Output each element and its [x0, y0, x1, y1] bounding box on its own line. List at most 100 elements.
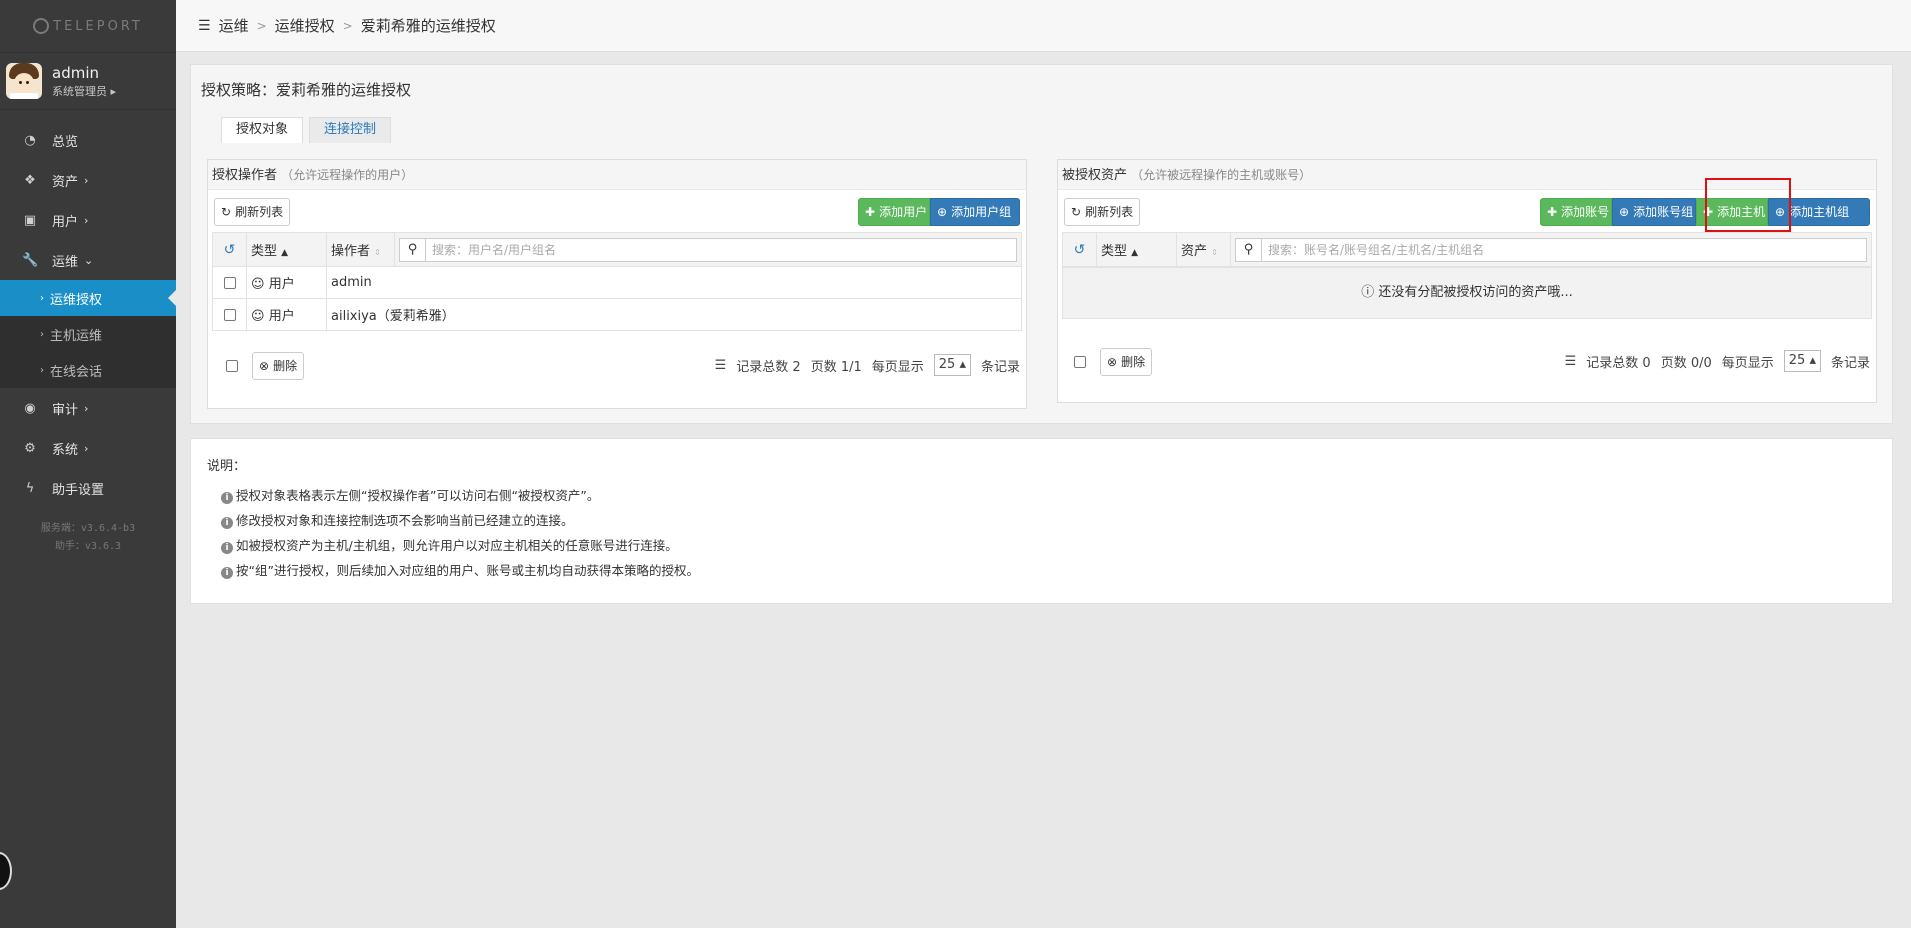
address-book-icon: ▣ — [23, 212, 37, 228]
col-asset[interactable]: 资产 ⇕ — [1176, 232, 1231, 267]
note-item: i 授权对象表格表示左侧“授权操作者”可以访问右侧“被授权资产”。 — [221, 483, 699, 508]
caret-right-icon: › — [40, 328, 44, 340]
reset-icon[interactable]: ↺ — [224, 242, 236, 258]
breadcrumb: ☰ 运维 > 运维授权 > 爱莉希雅的运维授权 — [176, 0, 1911, 52]
times-circle-icon: ⊗ — [1107, 355, 1118, 369]
cubes-icon: ❖ — [24, 172, 36, 188]
tab-connection-control[interactable]: 连接控制 — [309, 117, 392, 143]
policy-panel: 授权策略：爱莉希雅的运维授权 授权对象 连接控制 授权操作者 （允许远程操作的用… — [190, 64, 1893, 424]
col-type[interactable]: 类型 ▲ — [1096, 232, 1177, 267]
add-user-group-button[interactable]: ⊕ 添加用户组 — [930, 198, 1020, 226]
sidebar-item-host-ops[interactable]: › 主机运维 — [0, 316, 176, 352]
notes-title: 说明： — [207, 459, 247, 474]
gear-icon: ⚙ — [24, 440, 36, 456]
user-icon: ☺ — [251, 309, 265, 324]
note-item: i 按“组”进行授权，则后续加入对应组的用户、账号或主机均自动获得本策略的授权。 — [221, 558, 699, 583]
sort-asc-icon: ▲ — [281, 248, 289, 258]
operators-table: ↺ 类型 ▲ 操作者 ⇕ ⚲ 搜索：用户名/用户组名 ☺ 用户 admin ☺ 用… — [212, 232, 1022, 331]
records-unit: 条记录 — [1830, 355, 1870, 371]
tab-bar: 授权对象 连接控制 — [221, 117, 397, 143]
caret-right-icon: › — [40, 292, 44, 304]
search-icon: ⚲ — [1236, 238, 1262, 261]
floating-ball[interactable] — [0, 852, 12, 890]
plus-circle-icon: ⊕ — [1619, 205, 1630, 219]
plus-circle-icon: ⊕ — [937, 205, 948, 219]
per-page-label: 每页显示 — [1721, 355, 1774, 371]
search-input[interactable]: ⚲ 搜索：账号名/账号组名/主机名/主机组名 — [1235, 237, 1867, 262]
bolt-icon: ϟ — [25, 480, 35, 496]
add-account-button[interactable]: ✚ 添加账号 — [1540, 198, 1612, 226]
add-account-group-button[interactable]: ⊕ 添加账号组 — [1612, 198, 1696, 226]
breadcrumb-item: 运维 — [218, 17, 249, 35]
row-checkbox[interactable] — [223, 276, 236, 289]
user-icon: ☺ — [251, 277, 265, 292]
chevron-right-icon: > — [256, 18, 267, 33]
list-icon: ☰ — [1564, 353, 1577, 369]
nav-audit[interactable]: ◉ 审计 › — [0, 388, 176, 428]
nav-assist[interactable]: ϟ 助手设置 — [0, 468, 176, 508]
operator-name: admin — [326, 266, 1022, 299]
sidebar-item-online-sessions[interactable]: › 在线会话 — [0, 352, 176, 388]
record-total: 记录总数 2 — [736, 359, 801, 375]
notes-list: i 授权对象表格表示左侧“授权操作者”可以访问右侧“被授权资产”。 i 修改授权对象… — [221, 483, 699, 583]
nav-users[interactable]: ▣ 用户 › — [0, 200, 176, 240]
operators-box: 授权操作者 （允许远程操作的用户） ↻ 刷新列表 ✚ 添加用户 ⊕ 添加用户组 ↺ 类… — [207, 159, 1027, 409]
nav-dashboard[interactable]: ◔ 总览 — [0, 120, 176, 160]
row-checkbox[interactable] — [223, 308, 236, 321]
add-user-button[interactable]: ✚ 添加用户 — [858, 198, 930, 226]
breadcrumb-item: 运维授权 — [274, 17, 335, 35]
assets-table: ↺ 类型 ▲ 资产 ⇕ ⚲ 搜索：账号名/账号组名/主机名/主机组名 — [1062, 232, 1872, 267]
info-icon: i — [221, 542, 233, 554]
refresh-button[interactable]: ↻ 刷新列表 — [1064, 198, 1141, 226]
avatar — [6, 63, 42, 99]
delete-button[interactable]: ⊗ 删除 — [252, 352, 305, 380]
plus-icon: ✚ — [1547, 205, 1558, 219]
col-operator[interactable]: 操作者 ⇕ — [326, 232, 395, 267]
user-role[interactable]: 系统管理员 ▸ — [52, 83, 116, 99]
page-size-select[interactable]: 25 ▴ — [1783, 350, 1821, 372]
user-name: admin — [52, 63, 99, 82]
page-title: 授权策略：爱莉希雅的运维授权 — [201, 81, 412, 99]
refresh-icon: ↻ — [221, 205, 232, 219]
col-type[interactable]: 类型 ▲ — [246, 232, 327, 267]
chevron-right-icon: › — [84, 401, 89, 415]
nav-assets[interactable]: ❖ 资产 › — [0, 160, 176, 200]
info-icon: i — [221, 567, 233, 579]
page-count: 页数 1/1 — [810, 359, 862, 375]
chevron-down-icon: ⌄ — [84, 253, 94, 267]
chevron-right-icon: › — [84, 441, 89, 455]
delete-button[interactable]: ⊗ 删除 — [1100, 348, 1153, 376]
teleport-logo: TELEPORT — [0, 0, 176, 52]
reset-icon[interactable]: ↺ — [1074, 242, 1086, 258]
user-box[interactable]: admin 系统管理员 ▸ — [0, 52, 176, 110]
chevron-right-icon: › — [84, 173, 89, 187]
notes-panel: 说明： i 授权对象表格表示左侧“授权操作者”可以访问右侧“被授权资产”。 i 修改… — [190, 438, 1893, 604]
table-row: ☺ 用户 admin — [212, 266, 1022, 299]
nav-ops[interactable]: 🔧 运维 ⌄ — [0, 240, 176, 280]
pager: ☰ 记录总数 0 页数 0/0 每页显示 25 ▴ 条记录 — [1565, 350, 1870, 372]
server-icon: ☰ — [198, 17, 211, 34]
version-assist: 助手：v3.6.3 — [54, 541, 122, 552]
operators-header: 授权操作者 （允许远程操作的用户） — [208, 160, 1026, 190]
nav-system[interactable]: ⚙ 系统 › — [0, 428, 176, 468]
search-icon: ⚲ — [400, 238, 426, 261]
select-all-checkbox[interactable] — [1074, 356, 1086, 368]
page-count: 页数 0/0 — [1660, 355, 1712, 371]
wrench-icon: 🔧 — [22, 252, 39, 268]
plus-icon: ✚ — [865, 205, 876, 219]
page-size-select[interactable]: 25 ▴ — [933, 354, 971, 376]
times-circle-icon: ⊗ — [259, 359, 270, 373]
eye-icon: ◉ — [24, 400, 36, 416]
refresh-button[interactable]: ↻ 刷新列表 — [214, 198, 291, 226]
operator-name: ailixiya（爱莉希雅） — [326, 298, 1022, 331]
caret-right-icon: › — [40, 364, 44, 376]
sort-icon: ⇕ — [1211, 248, 1218, 257]
sidebar-item-ops-auth[interactable]: › 运维授权 — [0, 280, 176, 316]
tab-auth-objects[interactable]: 授权对象 — [221, 117, 304, 143]
search-input[interactable]: ⚲ 搜索：用户名/用户组名 — [399, 237, 1017, 262]
chevron-right-icon: › — [84, 213, 89, 227]
info-icon: i — [221, 517, 233, 529]
select-all-checkbox[interactable] — [226, 360, 238, 372]
info-icon: i — [221, 492, 233, 504]
per-page-label: 每页显示 — [871, 359, 924, 375]
